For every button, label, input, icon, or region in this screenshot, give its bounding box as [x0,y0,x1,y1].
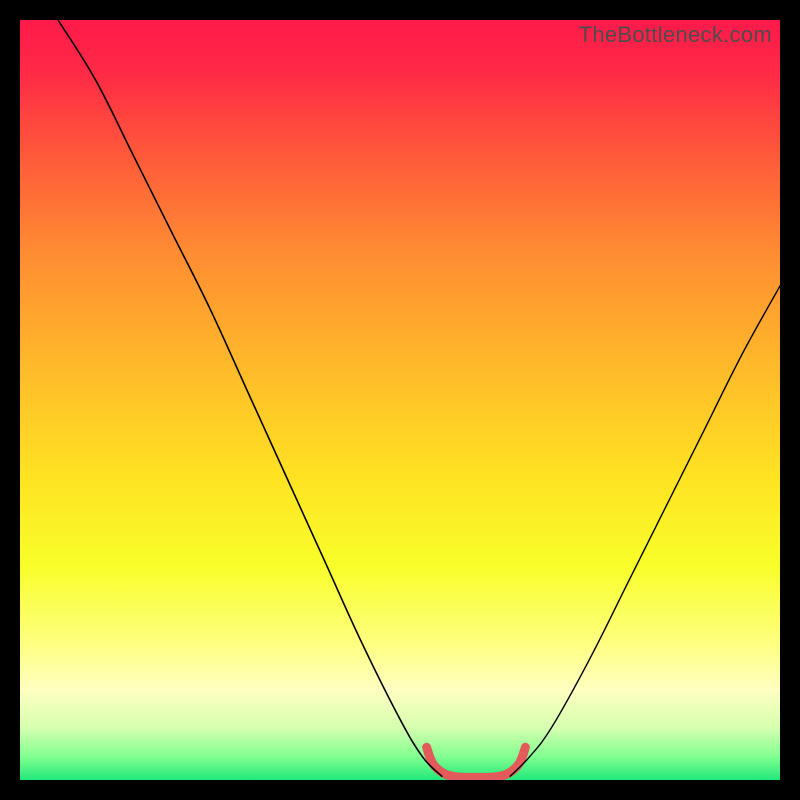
chart-frame: TheBottleneck.com [0,0,800,800]
plot-area: TheBottleneck.com [20,20,780,780]
series-right-curve [510,286,780,776]
series-left-curve [58,20,442,776]
series-bottom-red-accent [427,747,526,777]
chart-curves [20,20,780,780]
